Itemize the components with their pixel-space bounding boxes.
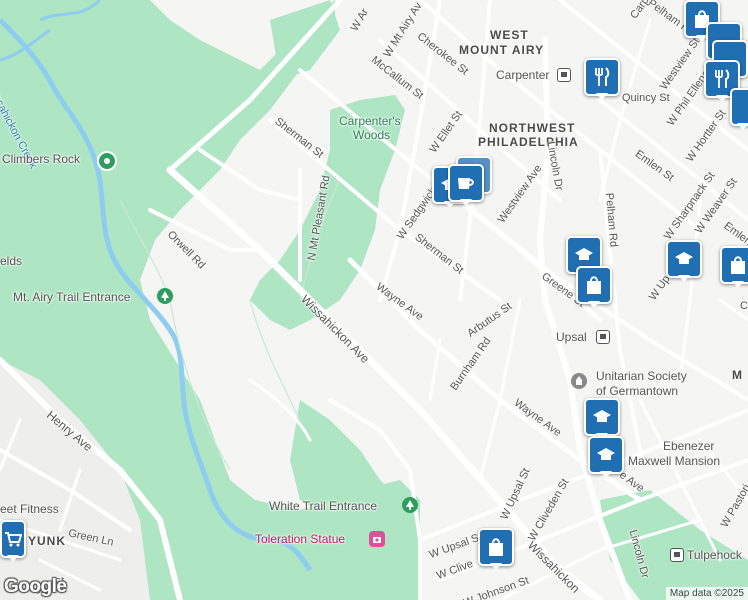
coffee-cup-icon xyxy=(458,178,474,189)
poi-label-white-trail[interactable]: White Trail Entrance xyxy=(269,499,377,513)
school-pin[interactable] xyxy=(584,398,620,440)
mt-airy-trail-pin[interactable] xyxy=(157,288,173,304)
poi-label-mt-airy-trail[interactable]: Mt. Airy Trail Entrance xyxy=(13,290,130,304)
area-label-philadelphia: PHILADELPHIA xyxy=(478,135,579,149)
area-label-west: WEST xyxy=(490,28,529,42)
school-pin[interactable] xyxy=(666,240,702,282)
camera-icon xyxy=(373,537,381,543)
shopping-bag-icon xyxy=(587,276,601,294)
train-station-icon[interactable] xyxy=(557,68,571,82)
shopping-pin[interactable] xyxy=(576,266,612,308)
fork-knife-icon xyxy=(595,67,610,86)
park-label-carpenters: Carpenter's xyxy=(339,114,401,128)
shopping-cart-icon xyxy=(5,532,22,547)
street-label-quincy: Quincy St xyxy=(622,92,670,104)
poi-label-unitarian-2[interactable]: of Germantown xyxy=(596,384,678,398)
graduation-cap-icon xyxy=(675,252,693,264)
poi-label-street-fitness: eet Fitness xyxy=(0,502,59,516)
street-label-c: C xyxy=(740,300,748,312)
station-label-carpenter[interactable]: Carpenter xyxy=(496,68,549,82)
graduation-cap-icon xyxy=(597,448,615,460)
graduation-cap-icon xyxy=(575,248,593,260)
shopping-bag-icon xyxy=(489,538,503,556)
shopping-bag-icon xyxy=(731,256,745,274)
google-logo[interactable]: Google xyxy=(4,576,67,598)
poi-label-fields: elds xyxy=(0,254,23,268)
unitarian-pin[interactable] xyxy=(571,373,587,389)
cafe-pin[interactable] xyxy=(448,164,484,206)
toleration-statue-pin[interactable] xyxy=(369,531,385,547)
poi-label-climbers-rock[interactable]: Climbers Rock xyxy=(2,152,80,166)
area-label-northwest: NORTHWEST xyxy=(489,121,576,135)
church-icon xyxy=(576,376,582,385)
area-label-mount-airy: MOUNT AIRY xyxy=(459,43,545,57)
station-label-upsal[interactable]: Upsal xyxy=(556,330,587,344)
poi-label-ebenezer-1[interactable]: Ebenezer xyxy=(663,439,714,453)
landmark-icon xyxy=(104,158,110,164)
climbers-rock-pin[interactable] xyxy=(97,151,117,171)
fork-knife-icon xyxy=(715,69,730,88)
poi-label-ebenezer-2[interactable]: Maxwell Mansion xyxy=(628,454,720,468)
school-pin[interactable] xyxy=(588,436,624,478)
shopping-pin[interactable] xyxy=(720,246,748,288)
restaurant-pin[interactable] xyxy=(584,58,620,100)
train-station-icon[interactable] xyxy=(596,330,610,344)
poi-label-unitarian-1[interactable]: Unitarian Society xyxy=(596,369,687,383)
tree-icon xyxy=(161,291,169,301)
station-label-tulpehocken[interactable]: Tulpehock xyxy=(687,548,742,562)
shopping-pin[interactable] xyxy=(478,528,514,570)
cluster-pin[interactable] xyxy=(730,88,748,130)
tree-icon xyxy=(406,500,414,510)
area-label-mt: M xyxy=(732,368,743,382)
map-canvas[interactable]: WEST MOUNT AIRY NORTHWEST PHILADELPHIA Y… xyxy=(0,0,748,600)
poi-label-toleration-statue[interactable]: Toleration Statue xyxy=(255,532,345,546)
park-label-woods: Woods xyxy=(353,128,391,142)
white-trail-pin[interactable] xyxy=(402,497,418,513)
shopping-cart-pin[interactable] xyxy=(0,520,26,562)
graduation-cap-icon xyxy=(593,410,611,422)
train-station-icon[interactable] xyxy=(670,548,684,562)
map-attribution[interactable]: Map data ©2025 xyxy=(665,587,748,600)
area-label-manayunk: YUNK xyxy=(28,534,67,548)
